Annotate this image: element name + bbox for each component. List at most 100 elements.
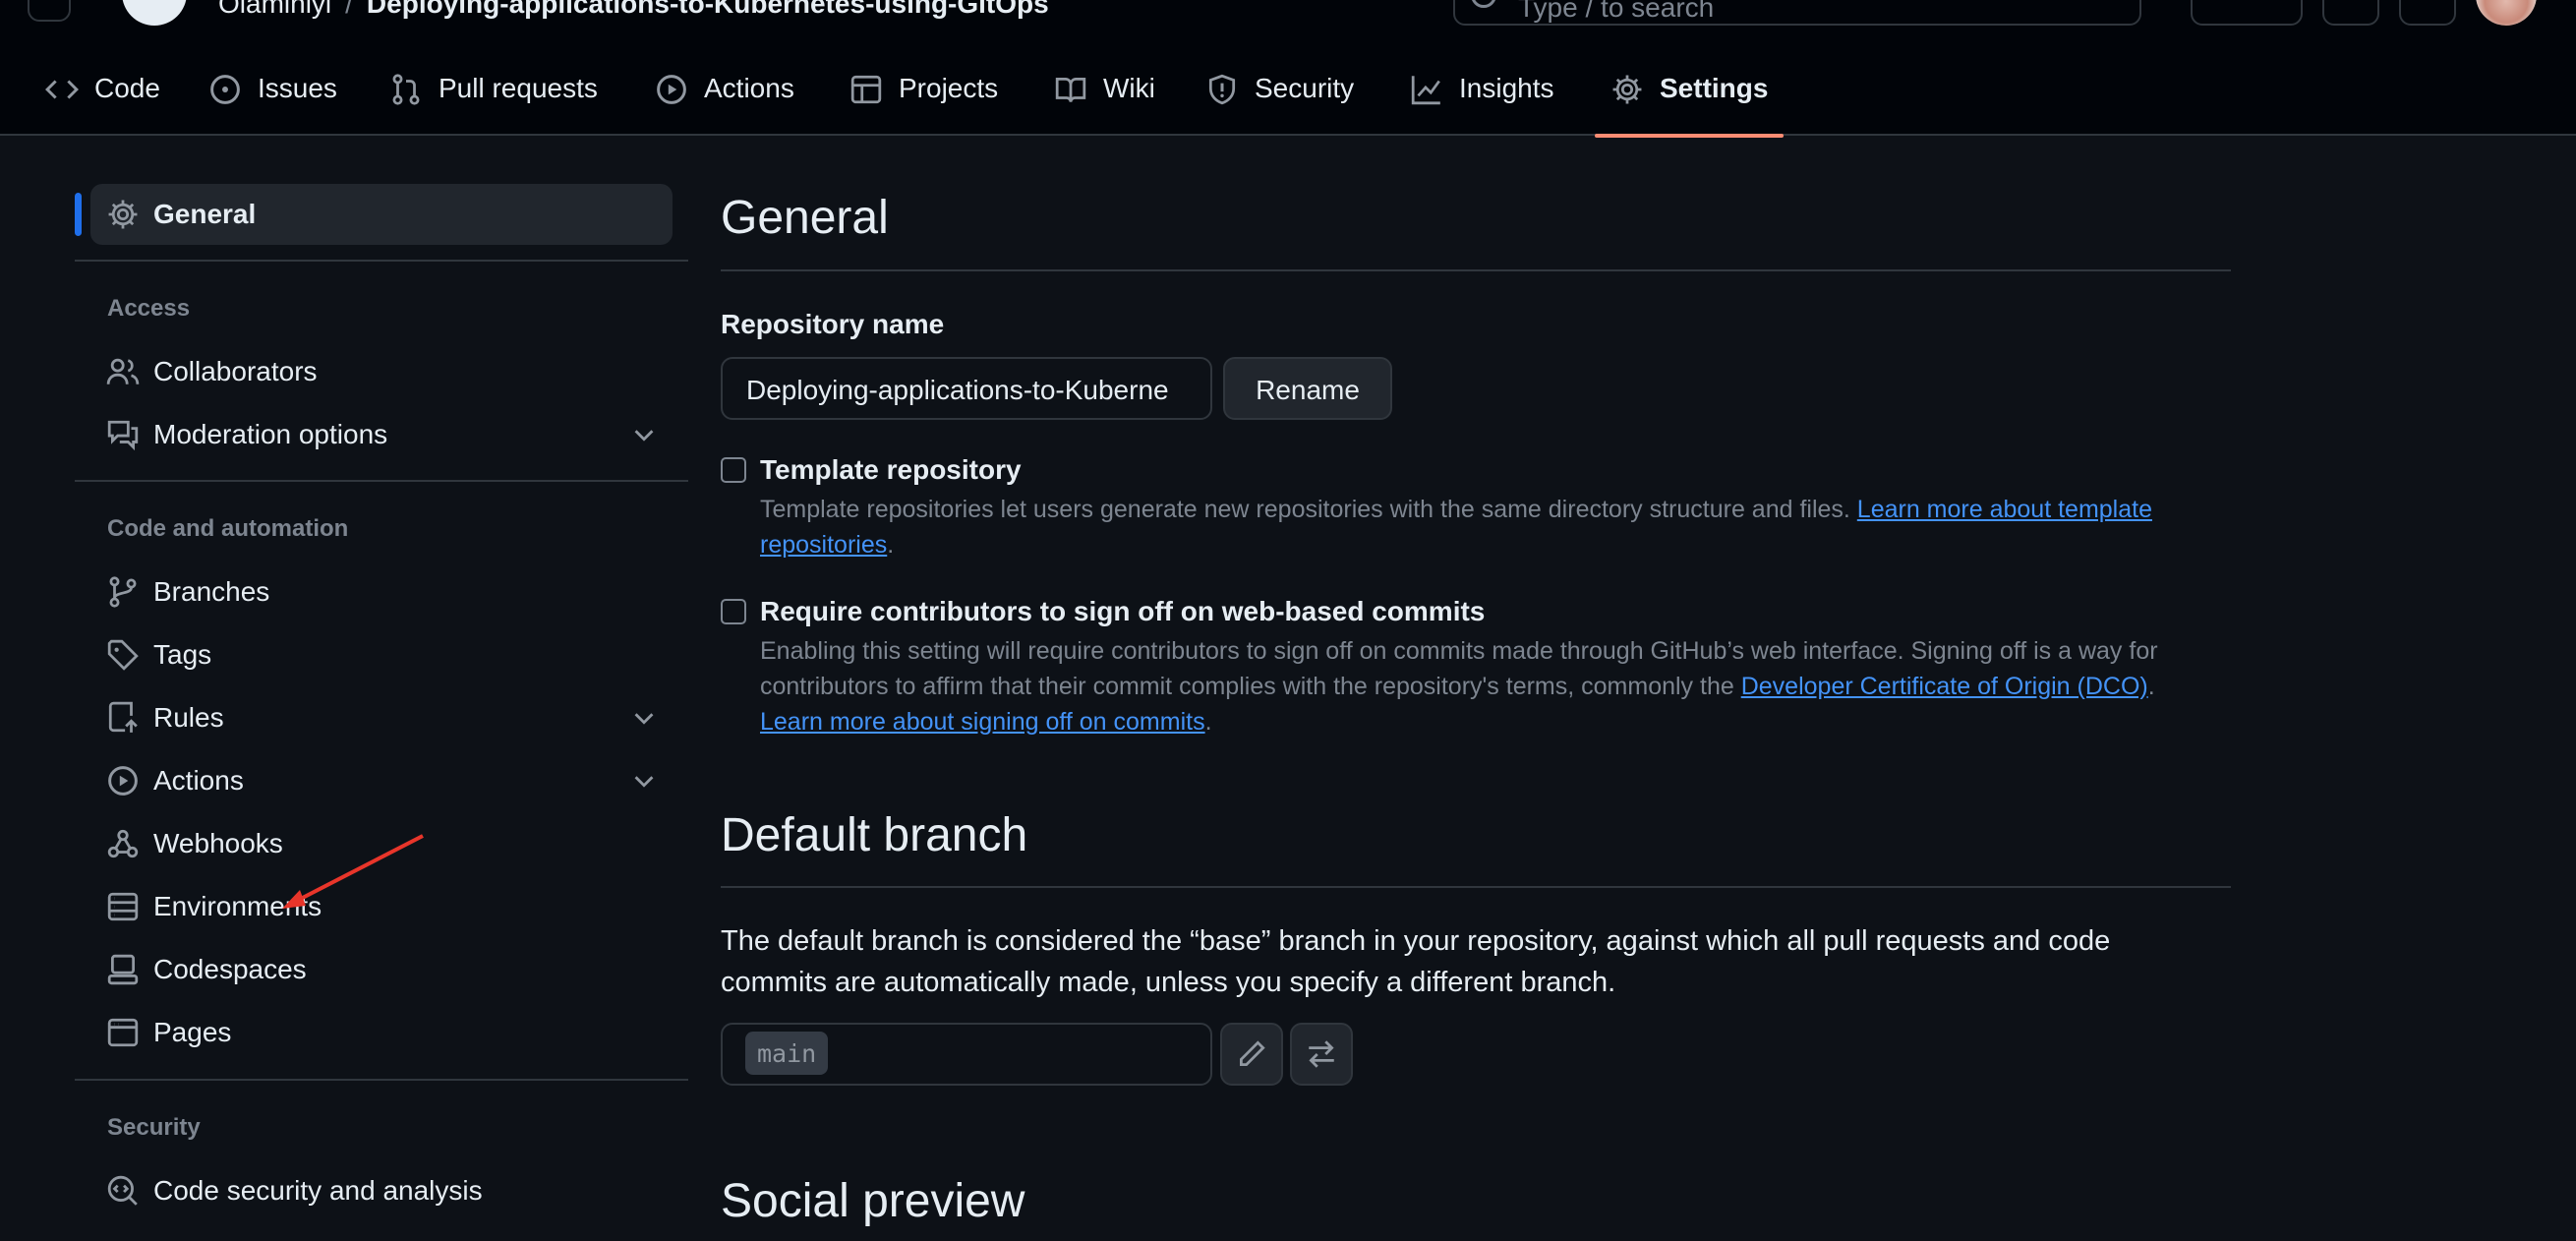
github-logo-icon[interactable] — [122, 0, 187, 26]
period-text: . — [887, 531, 895, 559]
hamburger-menu-button[interactable] — [28, 0, 71, 22]
learn-more-template-link[interactable]: repositories — [760, 531, 887, 559]
breadcrumb: Olaminiyi / Deploying-applications-to-Kube… — [218, 0, 1049, 20]
sidebar-item-label: Tags — [153, 639, 212, 670]
codespaces-icon — [107, 954, 139, 985]
period-text: . — [1204, 708, 1212, 736]
repo-header: Olaminiyi / Deploying-applications-to-Kube… — [0, 0, 2576, 138]
sidebar-item-label: Rules — [153, 702, 224, 733]
active-indicator — [75, 193, 82, 236]
learn-more-signoff-link[interactable]: Learn more about signing off on commits — [760, 708, 1205, 736]
signoff-title: Require contributors to sign off on web-… — [760, 596, 1486, 626]
sidebar-item-branches[interactable]: Branches — [90, 561, 673, 622]
sidebar-item-collaborators[interactable]: Collaborators — [90, 341, 673, 402]
search-placeholder: Type / to search — [1518, 0, 1715, 23]
tab-settings[interactable]: Settings — [1594, 63, 1785, 138]
arrow-switch-icon — [1309, 1040, 1334, 1068]
signoff-desc-line-1: Enabling this setting will require contr… — [760, 637, 2158, 665]
sidebar-divider — [75, 260, 688, 262]
tab-label: Pull requests — [439, 73, 598, 103]
chevron-down-icon[interactable] — [629, 766, 659, 796]
sidebar-item-general[interactable]: General — [90, 184, 673, 245]
tab-issues[interactable]: Issues — [208, 63, 337, 136]
shield-icon — [1208, 74, 1236, 105]
comment-discussion-icon — [107, 420, 139, 451]
template-repository-description: Template repositories let users generate… — [760, 492, 2235, 562]
sidebar-heading-security: Security — [107, 1114, 201, 1141]
repository-name-label: Repository name — [721, 309, 945, 339]
sidebar-item-webhooks[interactable]: Webhooks — [90, 813, 673, 874]
table-icon — [850, 75, 882, 104]
switch-branch-button[interactable] — [1290, 1023, 1353, 1086]
default-branch-desc-line-2: commits are automatically made, unless y… — [721, 967, 1616, 998]
tab-security[interactable]: Security — [1205, 63, 1354, 136]
general-heading: General — [721, 192, 889, 244]
search-icon — [1471, 0, 1496, 8]
global-nav: Olaminiyi / Deploying-applications-to-Kube… — [0, 0, 2576, 26]
sidebar-item-label: General — [153, 199, 257, 229]
sidebar-item-rules[interactable]: Rules — [90, 687, 673, 748]
sidebar-divider — [75, 480, 688, 482]
signoff-description: Enabling this setting will require contr… — [760, 633, 2235, 739]
dco-link[interactable]: Developer Certificate of Origin (DCO) — [1741, 673, 2148, 700]
git-branch-icon — [109, 576, 137, 608]
tab-pull-requests[interactable]: Pull requests — [389, 63, 598, 136]
sidebar-item-label: Webhooks — [153, 828, 283, 858]
tab-actions[interactable]: Actions — [655, 63, 794, 136]
repo-tabs: Code Issues Pull requests Actions Projec… — [0, 63, 2576, 138]
repository-name-input[interactable]: Deploying-applications-to-Kuberne — [721, 357, 1212, 420]
search-input[interactable]: Type / to search — [1453, 0, 2141, 26]
sidebar-item-moderation-options[interactable]: Moderation options — [90, 404, 673, 465]
tab-label: Security — [1255, 73, 1355, 103]
pencil-icon — [1239, 1040, 1265, 1067]
sidebar-item-label: Actions — [153, 765, 244, 796]
tab-label: Projects — [899, 73, 999, 103]
default-branch-name: main — [745, 1032, 829, 1075]
tab-code[interactable]: Code — [45, 63, 160, 136]
avatar[interactable] — [2476, 0, 2537, 26]
signoff-checkbox[interactable] — [721, 599, 746, 624]
sidebar-heading-access: Access — [107, 295, 191, 322]
breadcrumb-separator: / — [345, 0, 353, 19]
template-desc-text: Template repositories let users generate… — [760, 496, 1857, 523]
sidebar-item-tags[interactable]: Tags — [90, 624, 673, 685]
sidebar-item-label: Moderation options — [153, 419, 388, 449]
sidebar-item-environments[interactable]: Environments — [90, 876, 673, 937]
sidebar-item-label: Codespaces — [153, 954, 307, 984]
rename-button[interactable]: Rename — [1223, 357, 1392, 420]
edit-branch-button[interactable] — [1220, 1023, 1283, 1086]
gear-icon — [108, 200, 138, 229]
sidebar-item-actions[interactable]: Actions — [90, 750, 673, 811]
webhook-icon — [107, 829, 139, 858]
tab-insights[interactable]: Insights — [1410, 63, 1554, 136]
sidebar-item-code-security[interactable]: Code security and analysis — [90, 1160, 673, 1221]
section-divider — [721, 886, 2231, 888]
default-branch-desc-line-1: The default branch is considered the “ba… — [721, 925, 2111, 957]
section-divider — [721, 269, 2231, 271]
tab-projects[interactable]: Projects — [849, 63, 998, 136]
learn-more-template-link[interactable]: Learn more about template — [1857, 496, 2152, 523]
social-preview-heading: Social preview — [721, 1175, 1025, 1227]
template-repository-title: Template repository — [760, 454, 1022, 485]
repo-push-icon — [108, 701, 138, 733]
sidebar-heading-code-automation: Code and automation — [107, 515, 349, 542]
chevron-down-icon[interactable] — [629, 703, 659, 733]
sidebar-item-label: Branches — [153, 576, 270, 607]
breadcrumb-owner[interactable]: Olaminiyi — [218, 0, 331, 19]
gear-icon — [1612, 75, 1642, 104]
issues-button[interactable] — [2322, 0, 2379, 26]
create-new-button[interactable] — [2191, 0, 2303, 26]
pull-requests-button[interactable] — [2399, 0, 2456, 26]
sidebar-divider — [75, 1079, 688, 1081]
tab-label: Code — [94, 73, 160, 103]
chevron-down-icon[interactable] — [629, 420, 659, 449]
sidebar-item-codespaces[interactable]: Codespaces — [90, 939, 673, 1000]
default-branch-heading: Default branch — [721, 809, 1028, 861]
default-branch-description: The default branch is considered the “ba… — [721, 920, 2235, 1003]
template-repository-checkbox[interactable] — [721, 457, 746, 483]
sidebar-item-label: Environments — [153, 891, 322, 921]
sidebar-item-pages[interactable]: Pages — [90, 1002, 673, 1063]
breadcrumb-repo[interactable]: Deploying-applications-to-Kubernetes-usi… — [367, 0, 1049, 19]
tab-wiki[interactable]: Wiki — [1054, 63, 1155, 136]
sidebar-item-label: Code security and analysis — [153, 1175, 483, 1206]
